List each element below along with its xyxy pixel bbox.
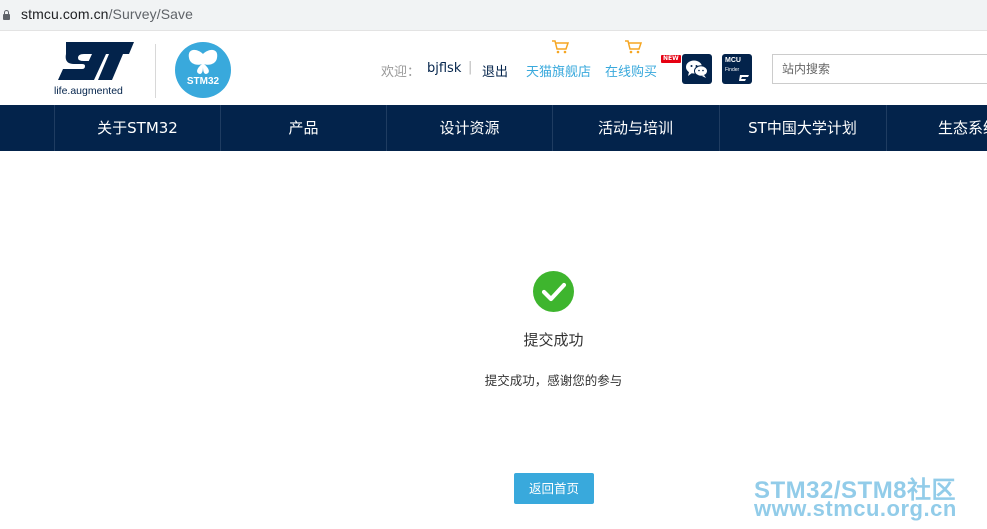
online-shop-link[interactable]: 在线购买	[605, 61, 657, 80]
mcu-finder-sublabel: Finder	[725, 67, 740, 73]
separator: |	[468, 60, 473, 75]
nav-item-design-resources[interactable]: 设计资源	[386, 105, 552, 151]
success-check-icon	[533, 271, 574, 312]
butterfly-icon	[188, 49, 218, 74]
nav-item-about-stm32[interactable]: 关于STM32	[54, 105, 220, 151]
tmall-store-link[interactable]: 天猫旗舰店	[526, 61, 591, 80]
logout-link[interactable]: 退出	[482, 61, 508, 80]
nav-item-events-training[interactable]: 活动与培训	[552, 105, 718, 151]
username-link[interactable]: bjflsk	[427, 61, 461, 76]
st-mini-logo	[739, 75, 749, 81]
wechat-icon	[686, 60, 708, 78]
st-tagline: life.augmented	[54, 85, 123, 97]
logo-divider	[155, 44, 156, 98]
back-to-home-button[interactable]: 返回首页	[514, 473, 594, 504]
new-badge: NEW	[661, 55, 681, 63]
success-message: 提交成功，感谢您的参与	[484, 373, 623, 388]
nav-item-ecosystem[interactable]: 生态系统	[886, 105, 987, 151]
site-header: life.augmented STM32 欢迎： bjflsk | 退出 天猫旗…	[0, 32, 987, 105]
url-text[interactable]: stmcu.com.cn/Survey/Save	[21, 6, 193, 22]
stm32-logo-text: STM32	[186, 76, 220, 87]
cart-icon	[552, 40, 569, 54]
success-title: 提交成功	[523, 331, 584, 349]
browser-address-bar[interactable]: stmcu.com.cn/Survey/Save	[0, 0, 987, 31]
mcu-finder-button[interactable]: MCU Finder	[722, 54, 752, 84]
wechat-button[interactable]	[682, 54, 712, 84]
mcu-finder-label: MCU	[725, 57, 741, 64]
search-input[interactable]	[773, 55, 973, 83]
main-nav: 关于STM32 产品 设计资源 活动与培训 ST中国大学计划 生态系统	[0, 105, 987, 151]
watermark-line2: www.stmcu.org.cn	[754, 496, 957, 521]
welcome-label: 欢迎：	[381, 65, 421, 80]
cart-icon	[625, 40, 642, 54]
site-search	[772, 54, 987, 84]
stm32-logo[interactable]: STM32	[175, 42, 231, 98]
nav-item-products[interactable]: 产品	[220, 105, 386, 151]
lock-icon[interactable]	[3, 10, 10, 20]
nav-item-university-program[interactable]: ST中国大学计划	[719, 105, 885, 151]
